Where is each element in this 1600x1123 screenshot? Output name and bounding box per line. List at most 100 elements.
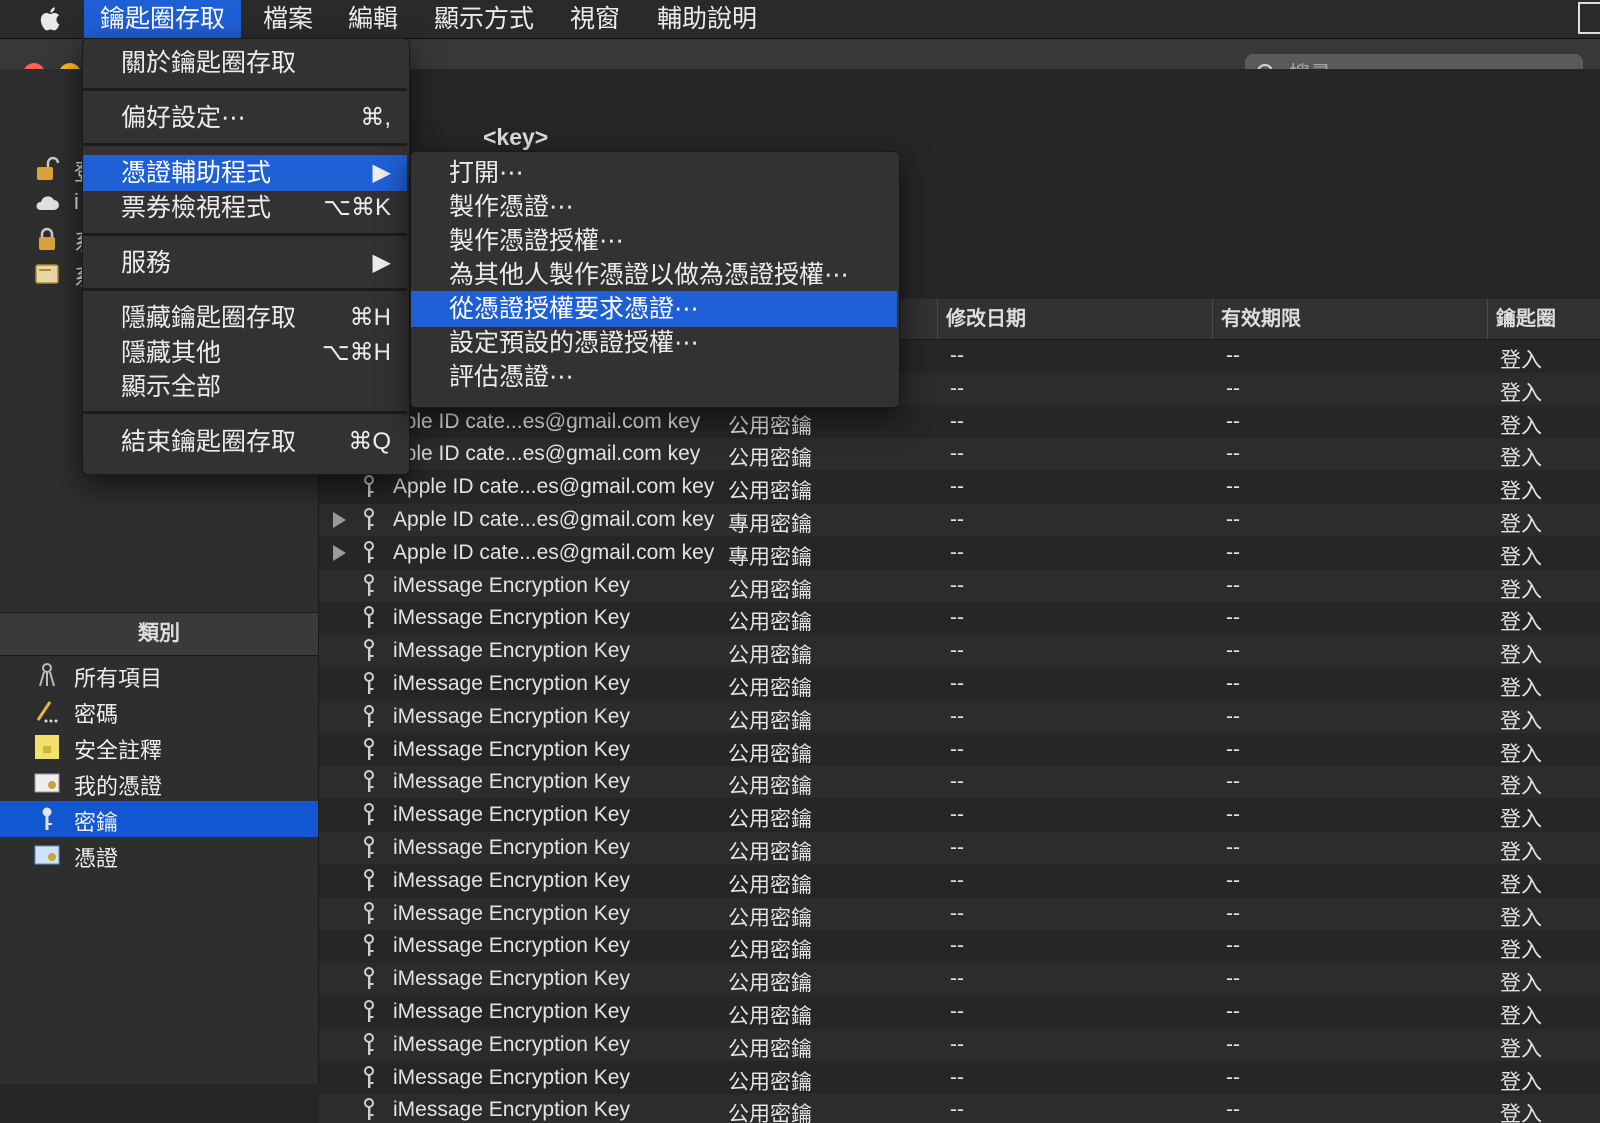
expiry-cell: -- [1226, 540, 1240, 564]
keychain-cell: 登入 [1500, 742, 1542, 766]
expiry-cell: -- [1226, 967, 1240, 991]
table-row[interactable]: iMessage Encryption Key 公用密鑰 -- -- 登入 [319, 832, 1600, 864]
table-row[interactable]: iMessage Encryption Key 公用密鑰 -- -- 登入 [319, 700, 1600, 733]
category-my-certificates[interactable]: 我的憑證 [0, 765, 318, 801]
key-icon [42, 807, 52, 830]
table-row[interactable]: pple ID cate...es@gmail.com key 公用密鑰 -- -- 登… [319, 406, 1600, 438]
table-row[interactable]: iMessage Encryption Key 公用密鑰 -- -- 登入 [319, 668, 1600, 700]
table-row[interactable]: iMessage Encryption Key 公用密鑰 -- -- 登入 [319, 734, 1600, 766]
menu-item-hide[interactable]: 隱藏鑰匙圈存取 ⌘H [83, 300, 407, 336]
category-secure-notes[interactable]: 安全註釋 [0, 729, 318, 765]
table-row[interactable]: iMessage Encryption Key 公用密鑰 -- -- 登入 [319, 996, 1600, 1028]
category-label: 憑證 [74, 846, 119, 871]
menu-edit[interactable]: 編輯 [332, 0, 414, 38]
expiry-cell: -- [1226, 836, 1240, 859]
menu-file[interactable]: 檔案 [247, 0, 329, 38]
modified-date-cell: -- [950, 934, 964, 958]
submenu-item-open[interactable]: 打開⋯ [411, 155, 897, 191]
keychain-cell: 登入 [1500, 480, 1542, 504]
category-all-items[interactable]: 所有項目 [0, 657, 318, 693]
category-label: 我的憑證 [74, 774, 163, 799]
status-icon[interactable] [1578, 2, 1600, 34]
menu-item-services[interactable]: 服務 ▶ [83, 245, 407, 281]
menu-item-ticket-viewer[interactable]: 票券檢視程式 ⌥⌘K [83, 190, 407, 226]
table-row[interactable]: Apple ID cate...es@gmail.com key 專用密鑰 -- --… [319, 504, 1600, 536]
table-row[interactable]: Apple ID cate...es@gmail.com key 專用密鑰 -- --… [319, 537, 1600, 569]
submenu-item-create-ca[interactable]: 製作憑證授權⋯ [411, 223, 897, 259]
table-row[interactable]: iMessage Encryption Key 公用密鑰 -- -- 登入 [319, 766, 1600, 799]
modified-date-cell: -- [950, 803, 964, 827]
menu-separator [83, 143, 407, 146]
cloud-icon [36, 196, 59, 210]
key-kind-cell: 公用密鑰 [728, 644, 812, 668]
modified-date-cell: -- [950, 1065, 964, 1089]
table-row[interactable]: iMessage Encryption Key 公用密鑰 -- -- 登入 [319, 1028, 1600, 1061]
submenu-item-request-from-ca[interactable]: 從憑證授權要求憑證⋯ [411, 291, 897, 327]
keychain-cell: 登入 [1500, 873, 1542, 897]
keychain-cell: 登入 [1500, 611, 1542, 635]
submenu-item-create-certificate[interactable]: 製作憑證⋯ [411, 189, 897, 225]
menu-item-certificate-assistant[interactable]: 憑證輔助程式 ▶ [83, 155, 407, 191]
key-name-cell: iMessage Encryption Key [393, 1032, 630, 1056]
key-name-cell: iMessage Encryption Key [393, 803, 630, 827]
key-icon [364, 508, 374, 530]
apple-menu-icon[interactable] [36, 4, 66, 34]
submenu-item-evaluate[interactable]: 評估憑證⋯ [411, 359, 897, 395]
expiry-cell: -- [1226, 901, 1240, 925]
key-icon [364, 1065, 374, 1088]
menu-view[interactable]: 顯示方式 [418, 0, 550, 38]
menu-item-hide-others[interactable]: 隱藏其他 ⌥⌘H [83, 335, 407, 371]
column-keychain[interactable]: 鑰匙圈 [1487, 299, 1600, 339]
key-kind-cell: 公用密鑰 [728, 447, 812, 471]
table-row[interactable]: iMessage Encryption Key 公用密鑰 -- -- 登入 [319, 865, 1600, 897]
disclosure-triangle-icon[interactable] [333, 512, 346, 528]
expiry-cell: -- [1226, 606, 1240, 630]
key-name-cell: iMessage Encryption Key [393, 606, 630, 630]
category-keys[interactable]: 密鑰 [0, 801, 318, 837]
table-row[interactable]: iMessage Encryption Key 公用密鑰 -- -- 登入 [319, 963, 1600, 996]
expiry-cell: -- [1226, 704, 1240, 728]
column-modified-date[interactable]: 修改日期 [937, 299, 1208, 339]
submenu-item-set-default-ca[interactable]: 設定預設的憑證授權⋯ [411, 325, 897, 361]
keychain-cell: 登入 [1500, 1070, 1542, 1094]
menu-help[interactable]: 輔助說明 [641, 0, 773, 38]
disclosure-triangle-icon[interactable] [333, 544, 346, 561]
key-kind-cell: 公用密鑰 [728, 1037, 812, 1061]
submenu-item-create-for-others[interactable]: 為其他人製作憑證以做為憑證授權⋯ [411, 257, 897, 293]
menu-window[interactable]: 視窗 [554, 0, 636, 38]
table-row[interactable]: iMessage Encryption Key 公用密鑰 -- -- 登入 [319, 569, 1600, 602]
table-row[interactable]: iMessage Encryption Key 公用密鑰 -- -- 登入 [319, 799, 1600, 831]
category-header: 類別 [0, 612, 318, 656]
expiry-cell: -- [1226, 934, 1240, 958]
key-kind-cell: 公用密鑰 [728, 611, 812, 635]
key-name-cell: iMessage Encryption Key [393, 1065, 630, 1089]
menu-item-label: 服務 [121, 249, 172, 277]
menu-item-quit[interactable]: 結束鑰匙圈存取 ⌘Q [83, 424, 407, 460]
menu-item-about[interactable]: 關於鑰匙圈存取 [83, 45, 407, 81]
table-row[interactable]: iMessage Encryption Key 公用密鑰 -- -- 登入 [319, 930, 1600, 962]
table-row[interactable]: iMessage Encryption Key 公用密鑰 -- -- 登入 [319, 1062, 1600, 1094]
keychain-cell: 登入 [1500, 841, 1542, 864]
menu-item-show-all[interactable]: 顯示全部 [83, 369, 407, 405]
keychain-cell: 登入 [1500, 709, 1542, 733]
column-expiry[interactable]: 有效期限 [1212, 299, 1483, 339]
menu-item-label: 關於鑰匙圈存取 [121, 49, 297, 77]
table-row[interactable]: pple ID cate...es@gmail.com key 公用密鑰 -- -- 登… [319, 438, 1600, 471]
shortcut-text: ⌘, [360, 104, 391, 131]
menu-keychain-access[interactable]: 鑰匙圈存取 [84, 0, 242, 38]
table-row[interactable]: iMessage Encryption Key 公用密鑰 -- -- 登入 [319, 602, 1600, 634]
unlocked-padlock-icon [37, 156, 60, 180]
table-row[interactable]: iMessage Encryption Key 公用密鑰 -- -- 登入 [319, 897, 1600, 930]
key-name-cell: iMessage Encryption Key [393, 639, 630, 663]
menu-item-preferences[interactable]: 偏好設定⋯ ⌘, [83, 100, 407, 136]
key-icon [364, 1098, 374, 1121]
key-name-cell: iMessage Encryption Key [393, 836, 630, 859]
table-row[interactable]: iMessage Encryption Key 公用密鑰 -- -- 登入 [319, 635, 1600, 668]
category-certificates[interactable]: 憑證 [0, 837, 318, 873]
table-row[interactable]: iMessage Encryption Key 公用密鑰 -- -- 登入 [319, 1094, 1600, 1123]
expiry-cell: -- [1226, 475, 1240, 499]
keychain-cell: 登入 [1500, 1005, 1542, 1028]
submenu-arrow-icon: ▶ [372, 159, 391, 186]
table-row[interactable]: Apple ID cate...es@gmail.com key 公用密鑰 -- --… [319, 471, 1600, 503]
category-passwords[interactable]: 密碼 [0, 693, 318, 729]
